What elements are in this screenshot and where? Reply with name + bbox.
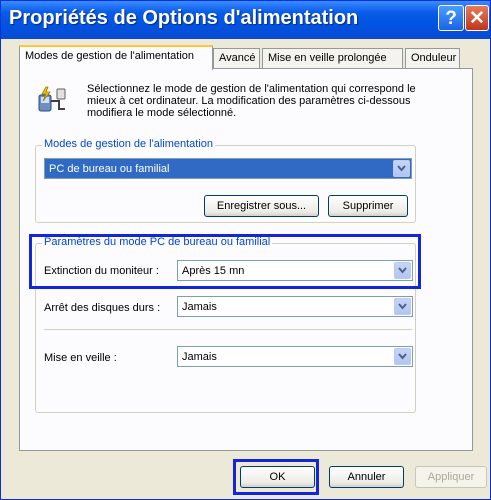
power-scheme-value: PC de bureau ou familial xyxy=(49,163,170,175)
close-button[interactable]: ✕ xyxy=(465,5,489,31)
separator xyxy=(44,329,412,330)
chevron-down-icon[interactable] xyxy=(394,262,411,279)
tab-power-schemes[interactable]: Modes de gestion de l'alimentation xyxy=(19,45,213,70)
power-schemes-group-label: Modes de gestion de l'alimentation xyxy=(42,138,216,150)
monitor-off-dropdown[interactable]: Après 15 mn xyxy=(177,260,413,281)
standby-dropdown[interactable]: Jamais xyxy=(177,346,413,367)
power-scheme-dropdown[interactable]: PC de bureau ou familial xyxy=(44,158,412,179)
chevron-down-icon[interactable] xyxy=(394,298,411,315)
standby-label: Mise en veille : xyxy=(44,352,117,364)
monitor-off-label: Extinction du moniteur : xyxy=(44,265,159,277)
tab-ups[interactable]: Onduleur xyxy=(405,48,460,68)
chevron-down-icon[interactable] xyxy=(394,348,411,365)
window-title: Propriétés de Options d'alimentation xyxy=(9,7,359,29)
standby-value: Jamais xyxy=(182,351,217,363)
save-as-button[interactable]: Enregistrer sous... xyxy=(204,195,319,217)
scheme-settings-group-label: Paramètres du mode PC de bureau ou famil… xyxy=(42,236,273,248)
hard-disks-off-label: Arrêt des disques durs : xyxy=(44,302,161,314)
power-options-dialog: Propriétés de Options d'alimentation ? ✕… xyxy=(0,0,491,500)
ok-button[interactable]: OK xyxy=(240,466,315,488)
hard-disks-off-dropdown[interactable]: Jamais xyxy=(177,296,413,317)
title-bar[interactable]: Propriétés de Options d'alimentation ? ✕ xyxy=(1,1,490,39)
help-button[interactable]: ? xyxy=(438,5,464,31)
hard-disks-off-value: Jamais xyxy=(182,301,217,313)
power-options-icon xyxy=(38,86,66,112)
apply-button[interactable]: Appliquer xyxy=(415,466,487,488)
delete-button[interactable]: Supprimer xyxy=(328,195,408,217)
tab-advanced[interactable]: Avancé xyxy=(213,48,260,68)
tab-hibernate[interactable]: Mise en veille prolongée xyxy=(262,48,403,68)
monitor-off-value: Après 15 mn xyxy=(182,265,245,277)
chevron-down-icon[interactable] xyxy=(393,160,410,177)
cancel-button[interactable]: Annuler xyxy=(329,466,404,488)
intro-text: Sélectionnez le mode de gestion de l'ali… xyxy=(87,83,416,119)
